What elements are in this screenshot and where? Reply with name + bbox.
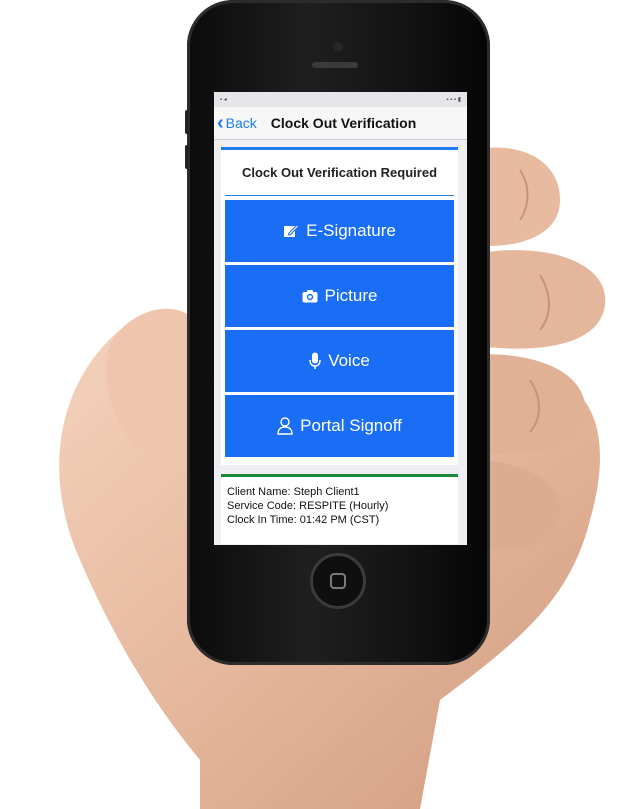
back-label: Back [225,115,257,131]
earpiece-speaker [312,62,358,68]
option-label: Picture [324,286,378,305]
option-label: Voice [328,351,370,370]
service-code: Service Code: RESPITE (Hourly) [227,500,389,512]
back-button[interactable]: ‹ Back [217,112,257,134]
e-signature-button[interactable]: E-Signature [225,200,454,262]
navigation-bar: ‹ Back Clock Out Verification [214,107,467,140]
status-left: ▪ ◂ [220,97,227,103]
status-right: ▪ ▪ ▪ ▮ [446,97,461,103]
verification-card: Clock Out Verification Required E-Signat… [221,147,458,465]
volume-button [185,110,189,134]
option-label: Portal Signoff [300,416,402,435]
home-button[interactable] [310,553,366,609]
volume-button [185,145,189,169]
portal-signoff-button[interactable]: Portal Signoff [225,395,454,457]
microphone-icon [309,352,321,370]
camera-icon [302,289,318,303]
phone-screen: ▪ ◂ ▪ ▪ ▪ ▮ ‹ Back Clock Out Verificatio… [214,92,467,545]
status-bar: ▪ ◂ ▪ ▪ ▪ ▮ [214,92,467,107]
picture-button[interactable]: Picture [225,265,454,327]
client-name: Client Name: Steph Client1 [227,486,360,498]
home-square-icon [330,573,346,589]
voice-button[interactable]: Voice [225,330,454,392]
edit-icon [283,223,300,239]
user-icon [277,417,293,435]
option-label: E-Signature [306,221,396,240]
front-camera [333,42,343,52]
clock-in-time: Clock In Time: 01:42 PM (CST) [227,514,380,526]
page-title: Clock Out Verification [270,115,417,131]
client-info-card: Client Name: Steph Client1 Service Code:… [221,474,458,544]
chevron-left-icon: ‹ [217,112,224,134]
verification-heading: Clock Out Verification Required [225,150,454,196]
